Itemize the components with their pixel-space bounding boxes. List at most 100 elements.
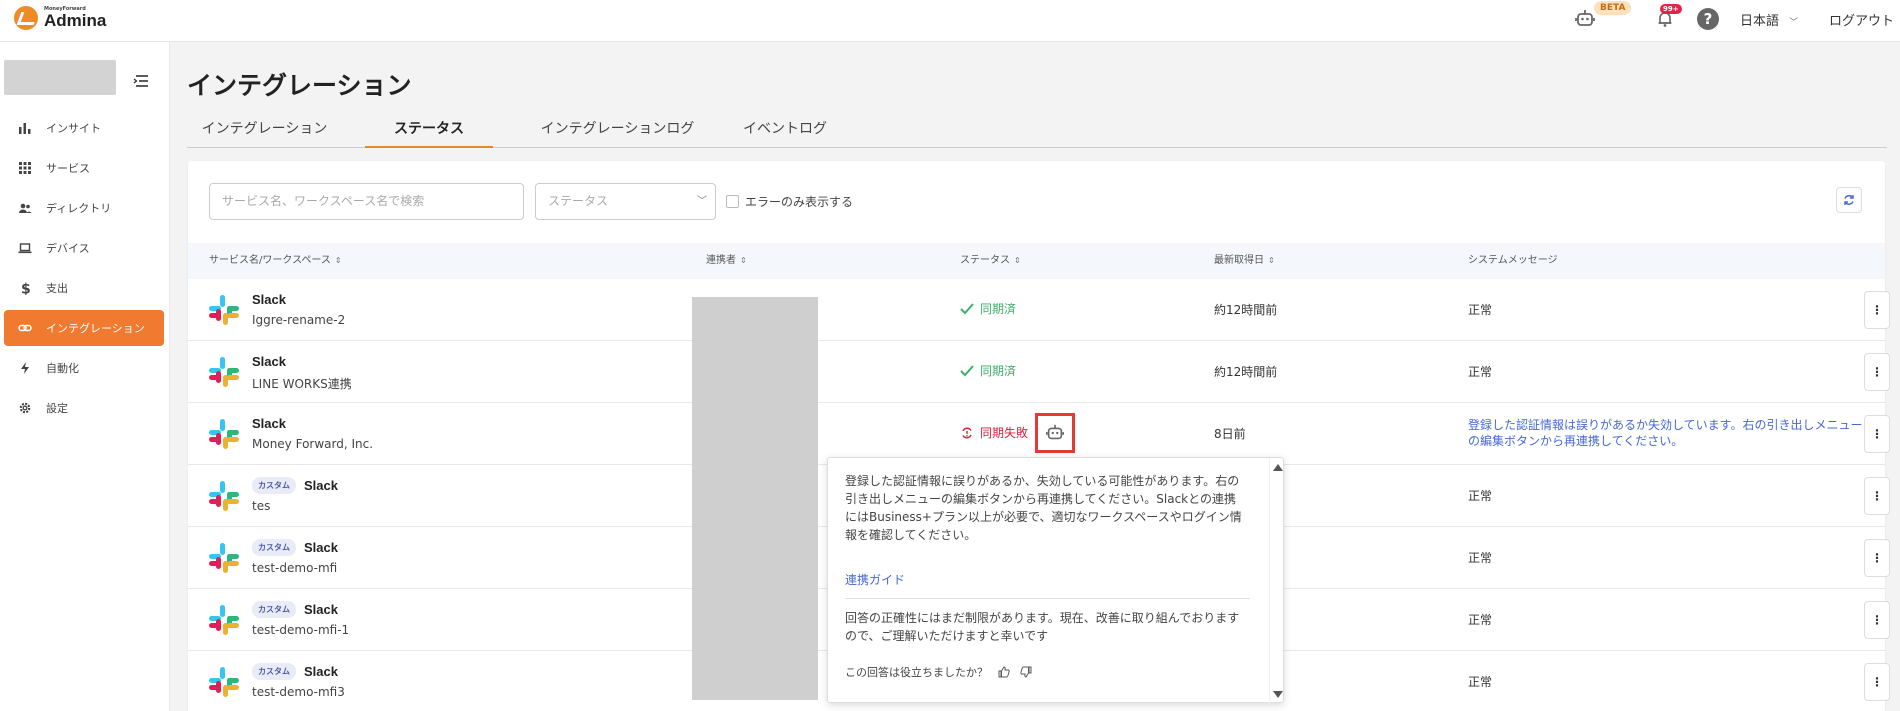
status-label: 同期失敗 xyxy=(980,426,1029,440)
laptop-icon xyxy=(18,243,32,254)
service-name: Slack xyxy=(252,353,286,369)
error-only-checkbox[interactable] xyxy=(726,195,739,208)
language-selector[interactable]: 日本語 ﹀ xyxy=(1740,10,1798,29)
sidebar-item-device[interactable]: デバイス xyxy=(4,230,164,266)
system-message: 正常 xyxy=(1468,365,1493,379)
row-menu-button[interactable]: ⋮ xyxy=(1864,353,1890,391)
svg-text:$: $ xyxy=(21,282,31,296)
collapse-sidebar-button[interactable] xyxy=(133,72,149,91)
system-message: 正常 xyxy=(1468,675,1493,689)
system-message: 正常 xyxy=(1468,489,1493,503)
slack-logo-icon xyxy=(209,543,239,573)
workspace-switcher-redacted[interactable] xyxy=(4,60,116,95)
ai-answer-popover: 登録した認証情報に誤りがあるか、失効している可能性があります。右の引き出しメニュ… xyxy=(827,457,1284,704)
bolt-icon xyxy=(21,362,29,374)
tab-bar: インテグレーション ステータス インテグレーションログ イベントログ xyxy=(187,114,1887,148)
logo[interactable]: MoneyForward Admina xyxy=(14,6,106,30)
slack-logo-icon xyxy=(209,295,239,325)
tab-integration[interactable]: インテグレーション xyxy=(192,114,337,148)
slack-logo-icon xyxy=(209,605,239,635)
system-message: 正常 xyxy=(1468,551,1493,565)
thumbs-up-icon[interactable] xyxy=(998,666,1010,678)
error-only-toggle[interactable]: エラーのみ表示する xyxy=(726,193,853,210)
row-menu-button[interactable]: ⋮ xyxy=(1864,477,1890,515)
sidebar-item-label: インサイト xyxy=(46,122,101,135)
column-header-contact[interactable]: 連携者 ⇕ xyxy=(706,243,747,279)
status-label: 同期済 xyxy=(980,302,1017,316)
bar-chart-icon xyxy=(19,123,31,134)
users-icon xyxy=(19,203,32,213)
row-menu-button[interactable]: ⋮ xyxy=(1864,663,1890,701)
scroll-up-icon[interactable] xyxy=(1273,464,1283,471)
feedback-question: この回答は役立ちましたか？ xyxy=(845,666,988,679)
sidebar-item-label: 自動化 xyxy=(46,362,79,375)
kebab-icon: ⋮ xyxy=(1871,675,1883,689)
tab-event-log[interactable]: イベントログ xyxy=(715,114,855,148)
sidebar-item-automation[interactable]: 自動化 xyxy=(4,350,164,386)
popover-scrollbar[interactable] xyxy=(1269,458,1283,704)
kebab-icon: ⋮ xyxy=(1871,551,1883,565)
table-row[interactable]: Slack Iggre-rename-2 同期済 約12時間前 正常 ⋮ xyxy=(188,279,1890,341)
grid-icon xyxy=(19,162,31,174)
sidebar-item-label: サービス xyxy=(46,162,90,175)
column-header-status[interactable]: ステータス ⇕ xyxy=(960,243,1021,279)
thumbs-down-icon[interactable] xyxy=(1020,666,1032,678)
status-synced: 同期済 xyxy=(960,362,1016,379)
status-sync-failed: 同期失敗 xyxy=(960,424,1028,441)
row-menu-button[interactable]: ⋮ xyxy=(1864,291,1890,329)
chevron-down-icon: ﹀ xyxy=(1789,18,1799,28)
row-menu-button[interactable]: ⋮ xyxy=(1864,539,1890,577)
workspace-name: LINE WORKS連携 xyxy=(252,377,352,391)
service-name: Slack xyxy=(304,663,338,679)
tab-integration-log[interactable]: インテグレーションログ xyxy=(520,114,715,148)
integration-guide-link[interactable]: 連携ガイド xyxy=(845,571,905,588)
sort-icon: ⇕ xyxy=(334,256,342,265)
row-menu-button[interactable]: ⋮ xyxy=(1864,601,1890,639)
slack-logo-icon xyxy=(209,481,239,511)
service-cell: Slack LINE WORKS連携 xyxy=(252,351,352,392)
row-menu-button[interactable]: ⋮ xyxy=(1864,415,1890,453)
top-bar: MoneyForward Admina BETA 99+ ? 日本語 ﹀ ログア… xyxy=(0,0,1900,42)
sidebar-item-insight[interactable]: インサイト xyxy=(4,110,164,146)
sidebar-item-label: 支出 xyxy=(46,282,68,295)
sidebar-item-spend[interactable]: $ 支出 xyxy=(4,270,164,306)
sidebar-item-integration[interactable]: インテグレーション xyxy=(4,310,164,346)
refresh-icon xyxy=(1844,195,1854,205)
column-header-updated[interactable]: 最新取得日 ⇕ xyxy=(1214,243,1275,279)
ai-accuracy-note: 回答の正確性にはまだ制限があります。現在、改善に取り組んでおりますので、ご理解い… xyxy=(845,611,1240,643)
logout-link[interactable]: ログアウト xyxy=(1829,10,1894,29)
table-row[interactable]: Slack LINE WORKS連携 同期済 約12時間前 正常 ⋮ xyxy=(188,341,1890,403)
ai-assistant-button[interactable] xyxy=(1574,8,1596,34)
link-icon xyxy=(18,324,32,332)
sort-icon: ⇕ xyxy=(740,256,747,265)
help-button[interactable]: ? xyxy=(1697,8,1719,30)
service-cell: カスタム Slack test-demo-mfi-1 xyxy=(252,599,349,637)
dollar-icon: $ xyxy=(21,282,31,296)
sidebar-item-service[interactable]: サービス xyxy=(4,150,164,186)
feedback-prompt: この回答は役立ちましたか？ xyxy=(845,664,1032,680)
sidebar-item-directory[interactable]: ディレクトリ xyxy=(4,190,164,226)
refresh-button[interactable] xyxy=(1836,187,1862,213)
search-input[interactable]: サービス名、ワークスペース名で検索 xyxy=(209,183,524,220)
scroll-down-icon[interactable] xyxy=(1273,691,1283,698)
custom-tag-badge: カスタム xyxy=(252,600,296,618)
service-cell: カスタム Slack test-demo-mfi3 xyxy=(252,661,345,699)
custom-tag-badge: カスタム xyxy=(252,662,296,680)
sidebar-item-label: インテグレーション xyxy=(46,322,145,335)
sidebar-item-label: デバイス xyxy=(46,242,90,255)
column-header-service[interactable]: サービス名/ワークスペース ⇕ xyxy=(209,243,342,279)
sync-error-icon xyxy=(962,427,972,438)
tab-status[interactable]: ステータス xyxy=(365,114,493,148)
ai-answer-text: 登録した認証情報に誤りがあるか、失効している可能性があります。右の引き出しメニュ… xyxy=(845,474,1242,542)
sidebar-item-label: ディレクトリ xyxy=(46,202,112,215)
ai-explain-button[interactable] xyxy=(1035,413,1075,453)
sidebar-item-settings[interactable]: 設定 xyxy=(4,390,164,426)
custom-tag-badge: カスタム xyxy=(252,476,296,494)
system-message: 正常 xyxy=(1468,613,1493,627)
status-select[interactable]: ステータス ﹀ xyxy=(535,183,716,220)
error-only-label: エラーのみ表示する xyxy=(745,195,854,209)
logo-mark-icon xyxy=(14,6,38,30)
service-name: Slack xyxy=(252,291,286,307)
table-row[interactable]: Slack Money Forward, Inc. 同期失敗 8日前 登録した認証… xyxy=(188,403,1890,465)
service-name: Slack xyxy=(304,601,338,617)
